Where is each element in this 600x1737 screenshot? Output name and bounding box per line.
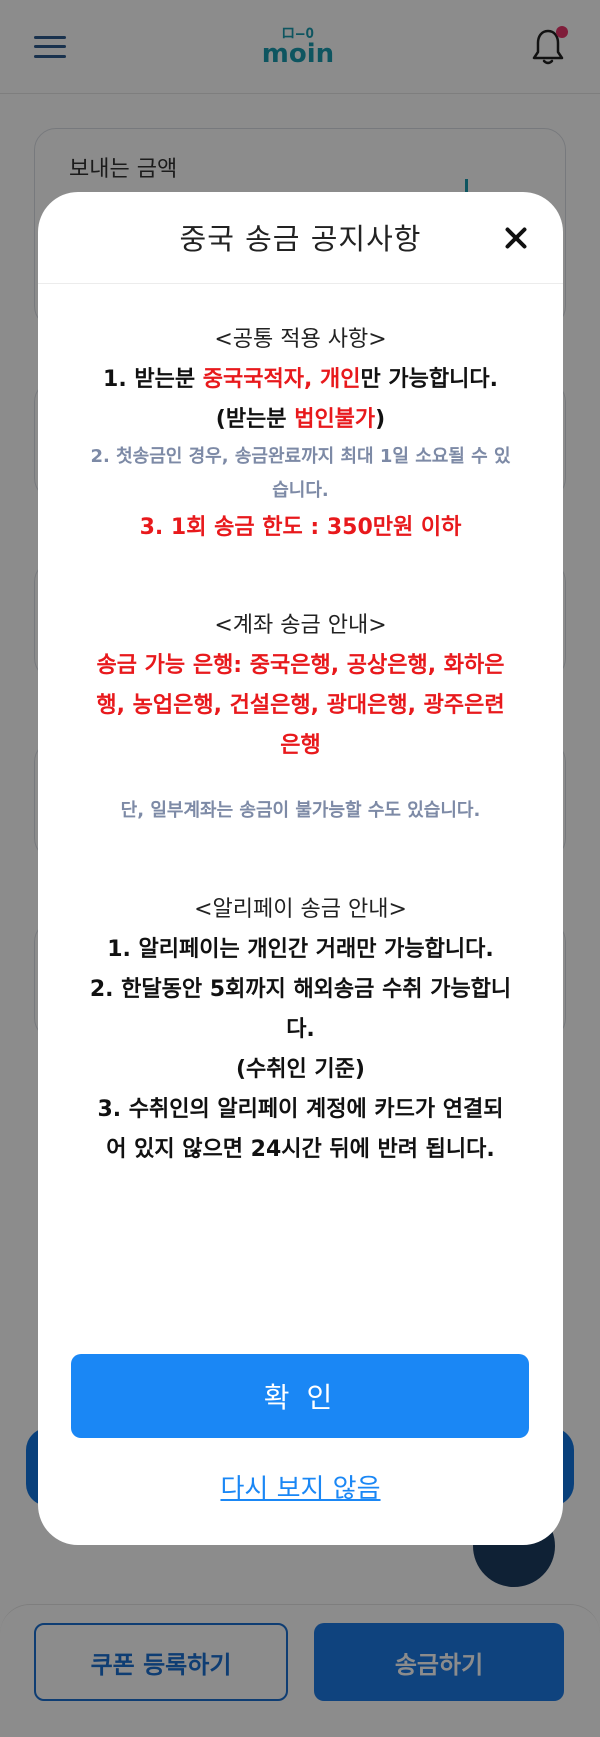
modal-title: 중국 송금 공지사항: [179, 222, 422, 256]
text-segment: 만 가능합니다.: [360, 367, 498, 392]
text-segment: 1. 받는분: [103, 367, 203, 392]
alipay-rule-1: 1. 알리페이는 개인간 거래만 가능합니다.: [107, 937, 494, 962]
alipay-rule-2-note: (수취인 기준): [236, 1057, 365, 1082]
common-rule-1-note: (받는분 법인불가): [88, 400, 513, 440]
text-segment: (받는분: [215, 407, 295, 432]
highlight-text: 중국국적자, 개인: [202, 367, 361, 392]
account-supported-banks: 송금 가능 은행: 중국은행, 공상은행, 화하은행, 농업은행, 건설은행, …: [96, 653, 505, 758]
dont-show-again-link[interactable]: 다시 보지 않음: [38, 1468, 563, 1505]
account-section-heading: <계좌 송금 안내>: [214, 613, 387, 638]
confirm-button[interactable]: 확 인: [71, 1354, 529, 1438]
alipay-rule-3: 3. 수취인의 알리페이 계정에 카드가 연결되어 있지 않으면 24시간 뒤에…: [97, 1097, 504, 1162]
modal-body: <공통 적용 사항> 1. 받는분 중국국적자, 개인만 가능합니다. (받는분…: [88, 320, 513, 1170]
modal-header: 중국 송금 공지사항: [38, 192, 563, 284]
common-rule-3-limit: 3. 1회 송금 한도 : 350만원 이하: [139, 515, 462, 540]
close-icon[interactable]: [504, 226, 528, 250]
china-remittance-notice-modal: 중국 송금 공지사항 <공통 적용 사항> 1. 받는분 중국국적자, 개인만 …: [38, 192, 563, 1545]
alipay-rule-2: 2. 한달동안 5회까지 해외송금 수취 가능합니다.: [89, 977, 512, 1042]
highlight-text: 법인불가: [294, 407, 376, 432]
common-rule-2: 2. 첫송금인 경우, 송금완료까지 최대 1일 소요될 수 있습니다.: [90, 446, 511, 501]
common-rule-1: 1. 받는분 중국국적자, 개인만 가능합니다.: [88, 360, 513, 400]
account-note: 단, 일부계좌는 송금이 불가능할 수도 있습니다.: [120, 800, 481, 821]
text-segment: ): [375, 407, 386, 432]
alipay-section-heading: <알리페이 송금 안내>: [194, 897, 407, 922]
common-section-heading: <공통 적용 사항>: [214, 327, 387, 352]
